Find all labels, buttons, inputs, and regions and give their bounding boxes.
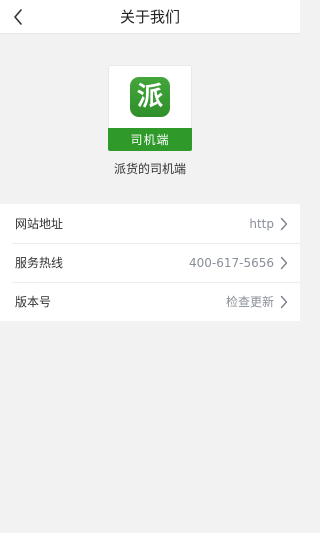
page-title: 关于我们 xyxy=(119,8,180,26)
website-value: http xyxy=(249,216,274,231)
service-hotline-value: 400-617-5656 xyxy=(188,255,274,270)
website-row[interactable]: 网站地址 http xyxy=(0,204,300,243)
app-logo: 派 司机端 xyxy=(108,65,192,151)
logo-glyph: 派 xyxy=(136,81,163,112)
service-hotline-label: 服务热线 xyxy=(15,256,64,270)
service-hotline-row[interactable]: 服务热线 400-617-5656 xyxy=(0,243,300,282)
app-info-section: 派 司机端 派货的司机端 xyxy=(0,34,300,204)
chevron-right-icon xyxy=(280,295,288,309)
chevron-left-icon xyxy=(14,8,22,25)
logo-badge: 派 xyxy=(130,76,170,117)
back-button[interactable] xyxy=(4,0,32,33)
chevron-right-icon xyxy=(280,256,288,270)
chevron-right-icon xyxy=(280,217,288,231)
check-update-value: 检查更新 xyxy=(225,295,274,309)
version-label: 版本号 xyxy=(15,295,52,309)
website-label: 网站地址 xyxy=(15,217,64,231)
app-name: 派货的司机端 xyxy=(113,162,186,176)
version-row[interactable]: 版本号 检查更新 xyxy=(0,282,300,321)
logo-band: 司机端 xyxy=(108,128,192,151)
settings-list: 网站地址 http 服务热线 400-617-5656 版本号 检查更新 xyxy=(0,204,300,321)
navigation-bar: 关于我们 xyxy=(0,0,300,34)
